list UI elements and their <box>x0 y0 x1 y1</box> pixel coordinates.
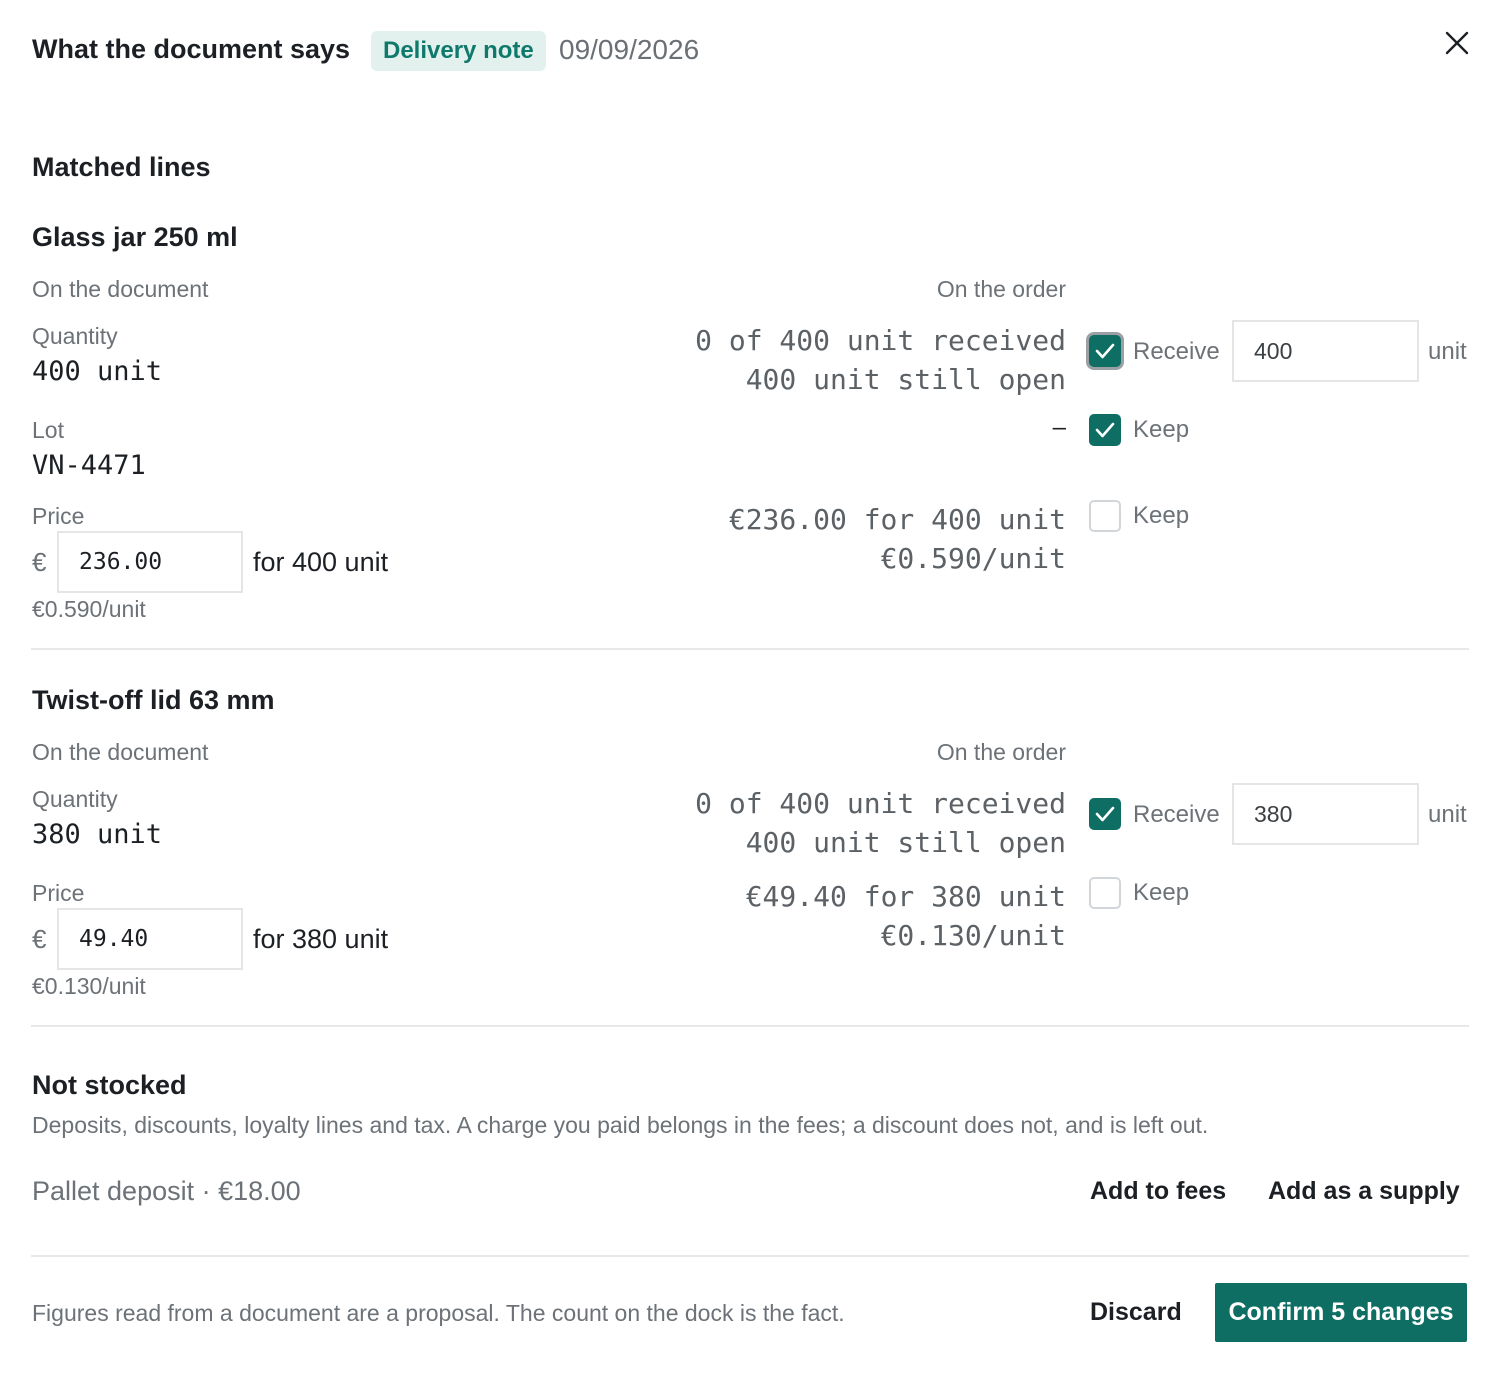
price-label: Price <box>32 503 85 529</box>
not-stocked-heading: Not stocked <box>32 1070 187 1100</box>
close-button[interactable] <box>1440 28 1474 62</box>
quantity-label: Quantity <box>32 323 118 349</box>
order-lot-value: – <box>1052 414 1066 441</box>
currency-symbol: € <box>32 547 47 577</box>
on-order-label: On the order <box>936 739 1066 765</box>
receive-label: Receive <box>1133 338 1220 365</box>
order-price-total: €236.00 for 400 unit <box>728 503 1066 536</box>
divider <box>31 648 1469 650</box>
order-still-open: 400 unit still open <box>745 363 1066 396</box>
document-type-badge: Delivery note <box>371 31 546 71</box>
divider <box>31 1025 1469 1027</box>
price-keep-checkbox[interactable] <box>1089 500 1121 532</box>
quantity-label: Quantity <box>32 786 118 812</box>
price-per-unit: €0.590/unit <box>32 596 146 622</box>
on-document-label: On the document <box>32 276 209 302</box>
lot-keep-checkbox[interactable] <box>1089 414 1121 446</box>
document-date: 09/09/2026 <box>559 34 700 65</box>
quantity-value: 400 unit <box>32 356 163 387</box>
receive-quantity-input[interactable]: 400 <box>1232 320 1419 382</box>
close-icon <box>1445 31 1469 55</box>
discard-button[interactable]: Discard <box>1090 1298 1182 1327</box>
quantity-value: 380 unit <box>32 819 163 850</box>
lot-value: VN-4471 <box>32 450 146 481</box>
check-icon <box>1095 422 1115 438</box>
order-price-total: €49.40 for 380 unit <box>745 880 1066 913</box>
check-icon <box>1095 806 1115 822</box>
price-for-quantity: for 380 unit <box>253 924 389 954</box>
matched-lines-heading: Matched lines <box>32 152 211 182</box>
order-quantity-status: 0 of 400 unit received 400 unit still op… <box>695 321 1066 399</box>
price-input[interactable]: 236.00 <box>57 531 243 593</box>
order-price: €236.00 for 400 unit €0.590/unit <box>729 500 1066 578</box>
price-for-quantity: for 400 unit <box>253 547 389 577</box>
not-stocked-description: Deposits, discounts, loyalty lines and t… <box>32 1112 1209 1138</box>
not-stocked-line: Pallet deposit · €18.00 <box>32 1176 301 1206</box>
currency-symbol: € <box>32 924 47 954</box>
order-received: 0 of 400 unit received <box>695 787 1066 820</box>
lot-label: Lot <box>32 417 64 443</box>
on-document-label: On the document <box>32 739 209 765</box>
add-as-supply-button[interactable]: Add as a supply <box>1268 1177 1460 1206</box>
price-keep-label: Keep <box>1133 879 1190 906</box>
receive-unit: unit <box>1428 801 1467 828</box>
divider <box>31 1255 1469 1257</box>
order-received: 0 of 400 unit received <box>695 324 1066 357</box>
receive-checkbox[interactable] <box>1089 798 1121 830</box>
item-name: Glass jar 250 ml <box>32 222 238 252</box>
receive-unit: unit <box>1428 338 1467 365</box>
dialog-title: What the document says <box>32 34 351 64</box>
lot-keep-label: Keep <box>1133 416 1190 443</box>
on-order-label: On the order <box>936 276 1066 302</box>
order-price: €49.40 for 380 unit €0.130/unit <box>746 877 1066 955</box>
add-to-fees-button[interactable]: Add to fees <box>1090 1177 1226 1206</box>
receive-quantity-input[interactable]: 380 <box>1232 783 1419 845</box>
price-keep-label: Keep <box>1133 502 1190 529</box>
price-label: Price <box>32 880 85 906</box>
order-quantity-status: 0 of 400 unit received 400 unit still op… <box>695 784 1066 862</box>
receive-checkbox[interactable] <box>1089 335 1121 367</box>
price-keep-checkbox[interactable] <box>1089 877 1121 909</box>
footer-note: Figures read from a document are a propo… <box>32 1300 845 1326</box>
price-per-unit: €0.130/unit <box>32 973 146 999</box>
check-icon <box>1095 343 1115 359</box>
item-name: Twist-off lid 63 mm <box>32 685 275 715</box>
price-input[interactable]: 49.40 <box>57 908 243 970</box>
order-still-open: 400 unit still open <box>745 826 1066 859</box>
confirm-button[interactable]: Confirm 5 changes <box>1215 1283 1467 1342</box>
order-price-unit: €0.590/unit <box>880 542 1066 575</box>
receive-label: Receive <box>1133 801 1220 828</box>
order-price-unit: €0.130/unit <box>880 919 1066 952</box>
